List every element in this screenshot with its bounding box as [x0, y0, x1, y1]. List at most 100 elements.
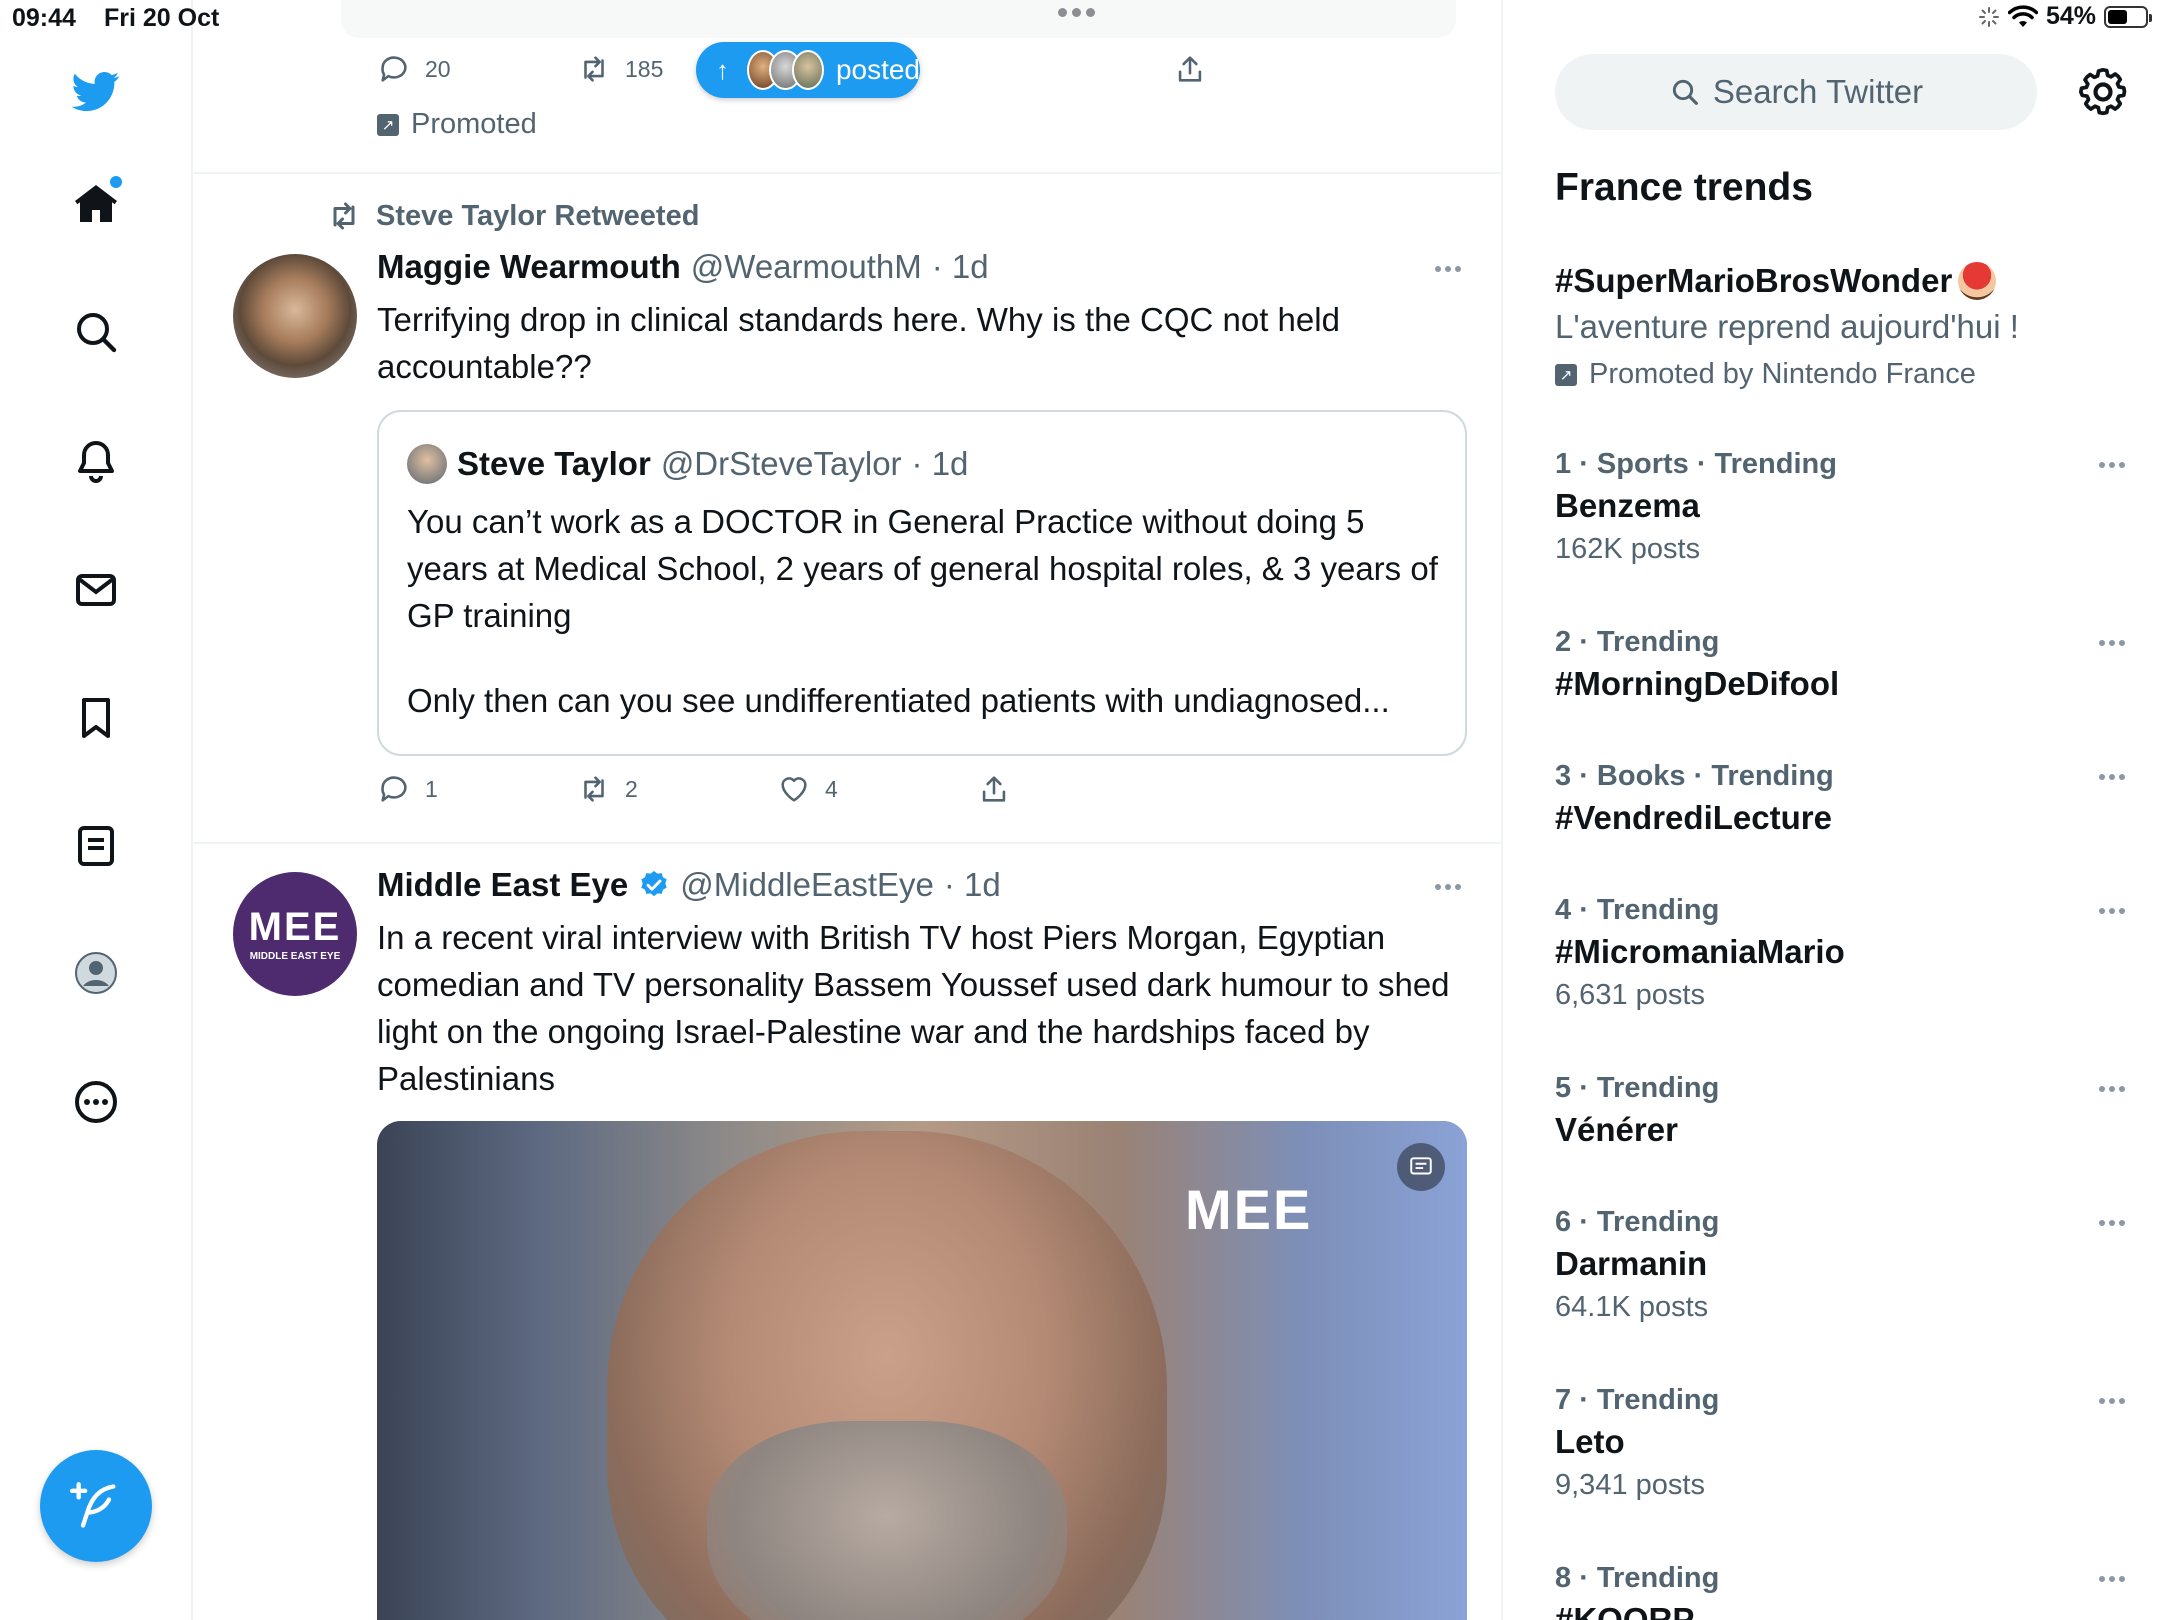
trend-more-icon[interactable] [2099, 1220, 2125, 1226]
bookmarks-icon[interactable] [62, 684, 130, 752]
settings-gear-icon[interactable] [2075, 64, 2131, 120]
tweet-more-icon[interactable] [1435, 884, 1461, 890]
trend-title: Vénérer [1555, 1111, 1678, 1148]
status-date: Fri 20 Oct [104, 4, 220, 32]
status-time: 09:44 [12, 4, 76, 32]
status-indicators: 54% [1978, 2, 2152, 31]
trend-category: · Sports · Trending [1579, 448, 1837, 480]
share-button[interactable] [977, 772, 1011, 806]
trend-item[interactable]: 1 · Sports · Trending Benzema 162K posts [1555, 448, 2125, 566]
wifi-icon [2007, 4, 2038, 27]
trend-category: · Trending [1579, 894, 1720, 926]
trend-more-icon[interactable] [2099, 1576, 2125, 1582]
trend-category: · Books · Trending [1579, 760, 1834, 792]
quoted-author-name: Steve Taylor [457, 445, 651, 482]
heart-icon [781, 777, 807, 802]
status-bar: 09:44 Fri 20 Oct 54% [0, 0, 2160, 40]
search-input[interactable]: Search Twitter [1555, 54, 2037, 130]
sidebar-nav [0, 0, 193, 1620]
trend-category: · Trending [1579, 1072, 1720, 1104]
search-icon[interactable] [62, 298, 130, 366]
trend-more-icon[interactable] [2099, 908, 2125, 914]
compose-feather-icon [70, 1482, 116, 1528]
trend-more-icon[interactable] [2099, 774, 2125, 780]
trend-item[interactable]: 5 · Trending Vénérer [1555, 1072, 2125, 1149]
reply-bubble-icon [381, 776, 407, 802]
promoted-by: ↗ Promoted by Nintendo France [1555, 358, 2125, 391]
quoted-tweet-card[interactable]: Steve Taylor @DrSteveTaylor · 1d You can… [377, 410, 1467, 756]
trend-item[interactable]: 3 · Books · Trending #VendrediLecture [1555, 760, 2125, 837]
share-button[interactable] [1173, 52, 1207, 86]
media-labels-icon[interactable] [1397, 1143, 1445, 1191]
trend-title: Leto [1555, 1423, 1625, 1460]
trend-post-count: 64.1K posts [1555, 1291, 1709, 1323]
compose-tweet-button[interactable] [40, 1450, 152, 1562]
trend-item[interactable]: 7 · Trending Leto 9,341 posts [1555, 1384, 2125, 1502]
author-handle[interactable]: @WearmouthM [691, 248, 922, 286]
tweet-divider [193, 842, 1501, 844]
avatar-logo-subtext: MIDDLE EAST EYE [249, 950, 341, 962]
more-circle-icon[interactable] [62, 1068, 130, 1136]
retweet-icon [584, 776, 604, 802]
notifications-bell-icon[interactable] [62, 427, 130, 495]
reply-count: 20 [425, 55, 451, 82]
messages-envelope-icon[interactable] [62, 556, 130, 624]
promoted-trend[interactable]: #SuperMarioBrosWonder L'aventure reprend… [1555, 262, 2125, 391]
trends-heading: France trends [1555, 166, 1813, 209]
author-name[interactable]: Middle East Eye [377, 866, 628, 904]
home-unread-dot [110, 176, 122, 188]
retweet-count: 185 [625, 55, 664, 82]
tweet-text: In a recent viral interview with British… [377, 919, 1450, 1097]
share-upload-icon [1178, 56, 1202, 82]
trend-more-icon[interactable] [2099, 462, 2125, 468]
tweet-header: Maggie Wearmouth @WearmouthM · 1d [377, 248, 989, 286]
tweet-time[interactable]: · 1d [944, 866, 1001, 904]
new-posts-pill[interactable]: ↑ posted [696, 42, 920, 98]
trend-more-icon[interactable] [2099, 640, 2125, 646]
trend-title: #VendrediLecture [1555, 799, 1832, 836]
retweet-count: 2 [625, 775, 638, 802]
trend-item[interactable]: 2 · Trending #MorningDeDifool [1555, 626, 2125, 703]
search-icon [1672, 79, 1698, 105]
author-name[interactable]: Maggie Wearmouth [377, 248, 681, 286]
activity-spinner-icon [1978, 6, 1999, 27]
right-sidebar: Search Twitter France trends #SuperMario… [1505, 0, 2160, 1620]
trend-rank: 3 [1555, 760, 1572, 792]
retweet-button[interactable]: 2 [577, 772, 638, 806]
trend-more-icon[interactable] [2099, 1398, 2125, 1404]
reply-count: 1 [425, 775, 438, 802]
battery-icon [2104, 5, 2152, 28]
tweet-time[interactable]: · 1d [932, 248, 989, 286]
video-subject-beard [707, 1421, 1067, 1620]
share-upload-icon [982, 776, 1006, 802]
like-button[interactable]: 4 [777, 772, 838, 806]
home-icon[interactable] [62, 170, 130, 238]
trend-rank: 7 [1555, 1384, 1572, 1416]
avatar[interactable]: MEE MIDDLE EAST EYE [233, 872, 357, 996]
trend-title: #KOORP [1555, 1601, 1695, 1620]
trend-rank: 2 [1555, 626, 1572, 658]
trend-more-icon[interactable] [2099, 1086, 2125, 1092]
trend-rank: 8 [1555, 1562, 1572, 1594]
author-handle[interactable]: @MiddleEastEye [680, 866, 934, 904]
trend-rank: 6 [1555, 1206, 1572, 1238]
twitter-logo-icon[interactable] [62, 56, 130, 124]
tweet-more-icon[interactable] [1435, 266, 1461, 272]
avatar[interactable] [233, 254, 357, 378]
retweeted-by-line: Steve Taylor Retweeted [326, 198, 699, 234]
retweet-button[interactable]: 185 [577, 52, 663, 86]
reply-button[interactable]: 20 [377, 52, 451, 86]
profile-icon[interactable] [62, 939, 130, 1007]
trend-item[interactable]: 6 · Trending Darmanin 64.1K posts [1555, 1206, 2125, 1324]
trend-post-count: 9,341 posts [1555, 1469, 1705, 1501]
lists-icon[interactable] [62, 812, 130, 880]
tweet-video-media[interactable]: MEE [377, 1121, 1467, 1620]
trend-item[interactable]: 4 · Trending #MicromaniaMario 6,631 post… [1555, 894, 2125, 1012]
trend-item[interactable]: 8 · Trending #KOORP [1555, 1562, 2125, 1620]
tweet-divider [193, 172, 1501, 174]
reply-button[interactable]: 1 [377, 772, 438, 806]
multitasking-dots[interactable] [1058, 8, 1095, 17]
trend-description: L'aventure reprend aujourd'hui ! [1555, 308, 2019, 345]
avatar-logo-text: MEE [248, 904, 342, 949]
promoted-arrow-icon: ↗ [1555, 363, 1577, 386]
